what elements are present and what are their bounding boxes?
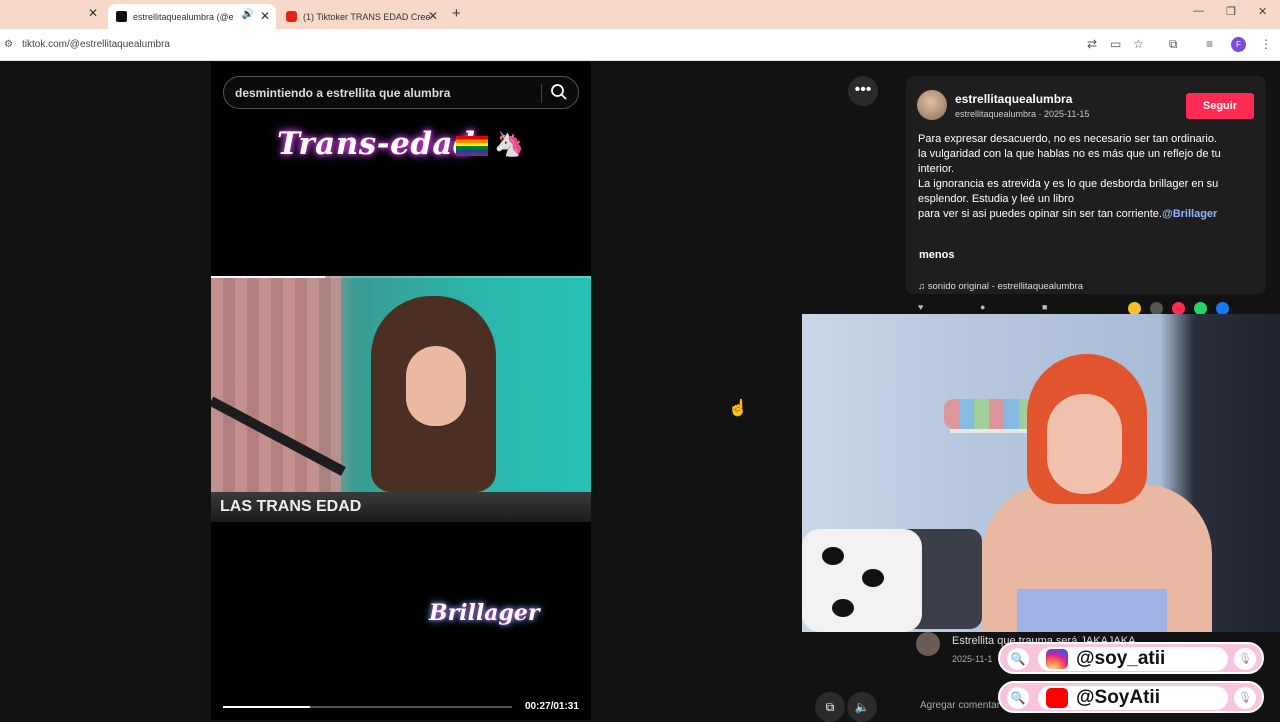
video-frame: [211, 276, 591, 492]
avatar[interactable]: [917, 90, 947, 120]
close-icon[interactable]: ✕: [428, 9, 438, 23]
address-bar: ⚙ tiktok.com/@estrellitaquealumbra ⇄ ▭ ☆…: [0, 29, 1280, 61]
person: [1047, 394, 1122, 494]
unicorn-icon: 🦄: [494, 131, 524, 158]
new-tab-button[interactable]: +: [452, 5, 461, 22]
tab-tiktok[interactable]: estrellitaquealumbra (@estrellitaquealum…: [108, 4, 276, 29]
maximize-button[interactable]: ❐: [1226, 5, 1236, 18]
comment-date: 2025-11-1: [952, 654, 993, 664]
description-line: la vulgaridad con la que hablas no es má…: [918, 148, 1221, 160]
search-icon: 🔍: [1007, 648, 1029, 670]
watermark: Brillager: [429, 600, 540, 626]
microphone-icon: 🎙: [1234, 687, 1256, 709]
speaker-icon[interactable]: 🔊: [242, 9, 254, 20]
description-line: Para expresar desacuerdo, no es necesari…: [918, 133, 1218, 145]
comment-input[interactable]: Agregar comentar: [906, 690, 1006, 720]
video-time: 00:27/01:31: [525, 701, 579, 712]
search-icon: 🔍: [1007, 687, 1029, 709]
mouse-cursor: ☝: [728, 400, 748, 417]
close-icon[interactable]: ✕: [260, 9, 270, 23]
description-line: para ver si asi puedes opinar sin ser ta…: [918, 208, 1162, 220]
volume-button[interactable]: 🔈: [847, 692, 877, 722]
instagram-icon: [1046, 649, 1068, 669]
cow-pillow: [802, 529, 922, 632]
translate-icon[interactable]: ⇄: [1087, 37, 1097, 51]
menu-icon[interactable]: ⋮: [1260, 37, 1272, 51]
video-progress-mini: [211, 276, 591, 278]
site-info-icon[interactable]: ⚙: [4, 39, 13, 50]
sound-label: sonido original - estrellitaquealumbra: [927, 281, 1084, 292]
tiktok-icon: [116, 11, 127, 22]
cast-icon[interactable]: ▭: [1110, 37, 1121, 51]
youtube-icon: [1046, 688, 1068, 708]
instagram-banner: 🔍 @soy_atii 🎙: [998, 642, 1264, 674]
rainbow-flag-icon: [456, 136, 488, 156]
less-button[interactable]: menos: [919, 249, 954, 261]
minimize-button[interactable]: —: [1193, 5, 1204, 17]
caption-band: LAS TRANS EDAD: [211, 492, 591, 522]
streamer-webcam: [802, 314, 1280, 632]
tiktok-page: desmintiendo a estrellita que alumbra Tr…: [0, 62, 1280, 722]
tab-title: estrellitaquealumbra (@estrellitaquealum…: [133, 11, 233, 22]
divider: [541, 84, 542, 103]
bookmark-star-icon[interactable]: ☆: [1133, 37, 1144, 51]
like-icon[interactable]: ♥: [918, 302, 923, 312]
youtube-banner: 🔍 @SoyAtii 🎙: [998, 681, 1264, 713]
microphone-icon: 🎙: [1234, 648, 1256, 670]
save-icon[interactable]: ■: [1042, 302, 1047, 312]
comment-placeholder: Agregar comentar: [920, 700, 1001, 711]
description-line: interior.: [918, 163, 955, 175]
post-info-card: estrellitaquealumbra estrellitaquealumbr…: [906, 76, 1266, 294]
username[interactable]: estrellitaquealumbra: [955, 92, 1072, 106]
search-icon[interactable]: [550, 83, 568, 101]
extensions-icon[interactable]: ⧉: [1169, 37, 1178, 52]
engagement-row: ♥ ● ■: [918, 302, 1258, 315]
url-field[interactable]: tiktok.com/@estrellitaquealumbra: [22, 39, 170, 50]
avatar[interactable]: [916, 632, 940, 656]
youtube-handle: @SoyAtii: [1076, 687, 1160, 708]
youtube-icon: [286, 11, 297, 22]
comment-icon[interactable]: ●: [980, 302, 985, 312]
instagram-handle: @soy_atii: [1076, 648, 1166, 669]
post-description: Para expresar desacuerdo, no es necesari…: [918, 132, 1254, 222]
profile-avatar[interactable]: F: [1231, 37, 1246, 52]
tab-youtube[interactable]: (1) Tiktoker TRANS EDAD Cree ✕: [278, 4, 444, 29]
seek-bar[interactable]: [223, 706, 512, 708]
sound-link[interactable]: ♫ sonido original - estrellitaquealumbra: [918, 281, 1083, 292]
mention-link[interactable]: @Brillager: [1162, 208, 1217, 220]
video-caption: LAS TRANS EDAD: [220, 498, 362, 515]
video-player[interactable]: desmintiendo a estrellita que alumbra Tr…: [211, 62, 591, 720]
close-icon[interactable]: ✕: [88, 6, 98, 20]
tab-bar: ✕ estrellitaquealumbra (@estrellitaqueal…: [0, 0, 1280, 29]
description-line: esplendor. Estudia y leé un libro: [918, 193, 1074, 205]
tab-title: (1) Tiktoker TRANS EDAD Cree: [303, 11, 431, 22]
video-overlay-title: Trans-edad: [277, 126, 476, 162]
description-line: La ignorancia es atrevida y es lo que de…: [918, 178, 1219, 190]
search-input[interactable]: desmintiendo a estrellita que alumbra: [235, 86, 450, 100]
follow-button[interactable]: Seguir: [1186, 93, 1254, 119]
person: [406, 346, 466, 426]
media-control-icon[interactable]: ≡: [1206, 37, 1213, 51]
post-meta: estrellitaquealumbra · 2025-11-15: [955, 109, 1090, 119]
search-bar[interactable]: desmintiendo a estrellita que alumbra: [223, 76, 579, 109]
more-options-button[interactable]: •••: [848, 76, 878, 106]
close-window-button[interactable]: ✕: [1258, 5, 1267, 18]
floating-player-button[interactable]: ⧉: [815, 692, 845, 722]
